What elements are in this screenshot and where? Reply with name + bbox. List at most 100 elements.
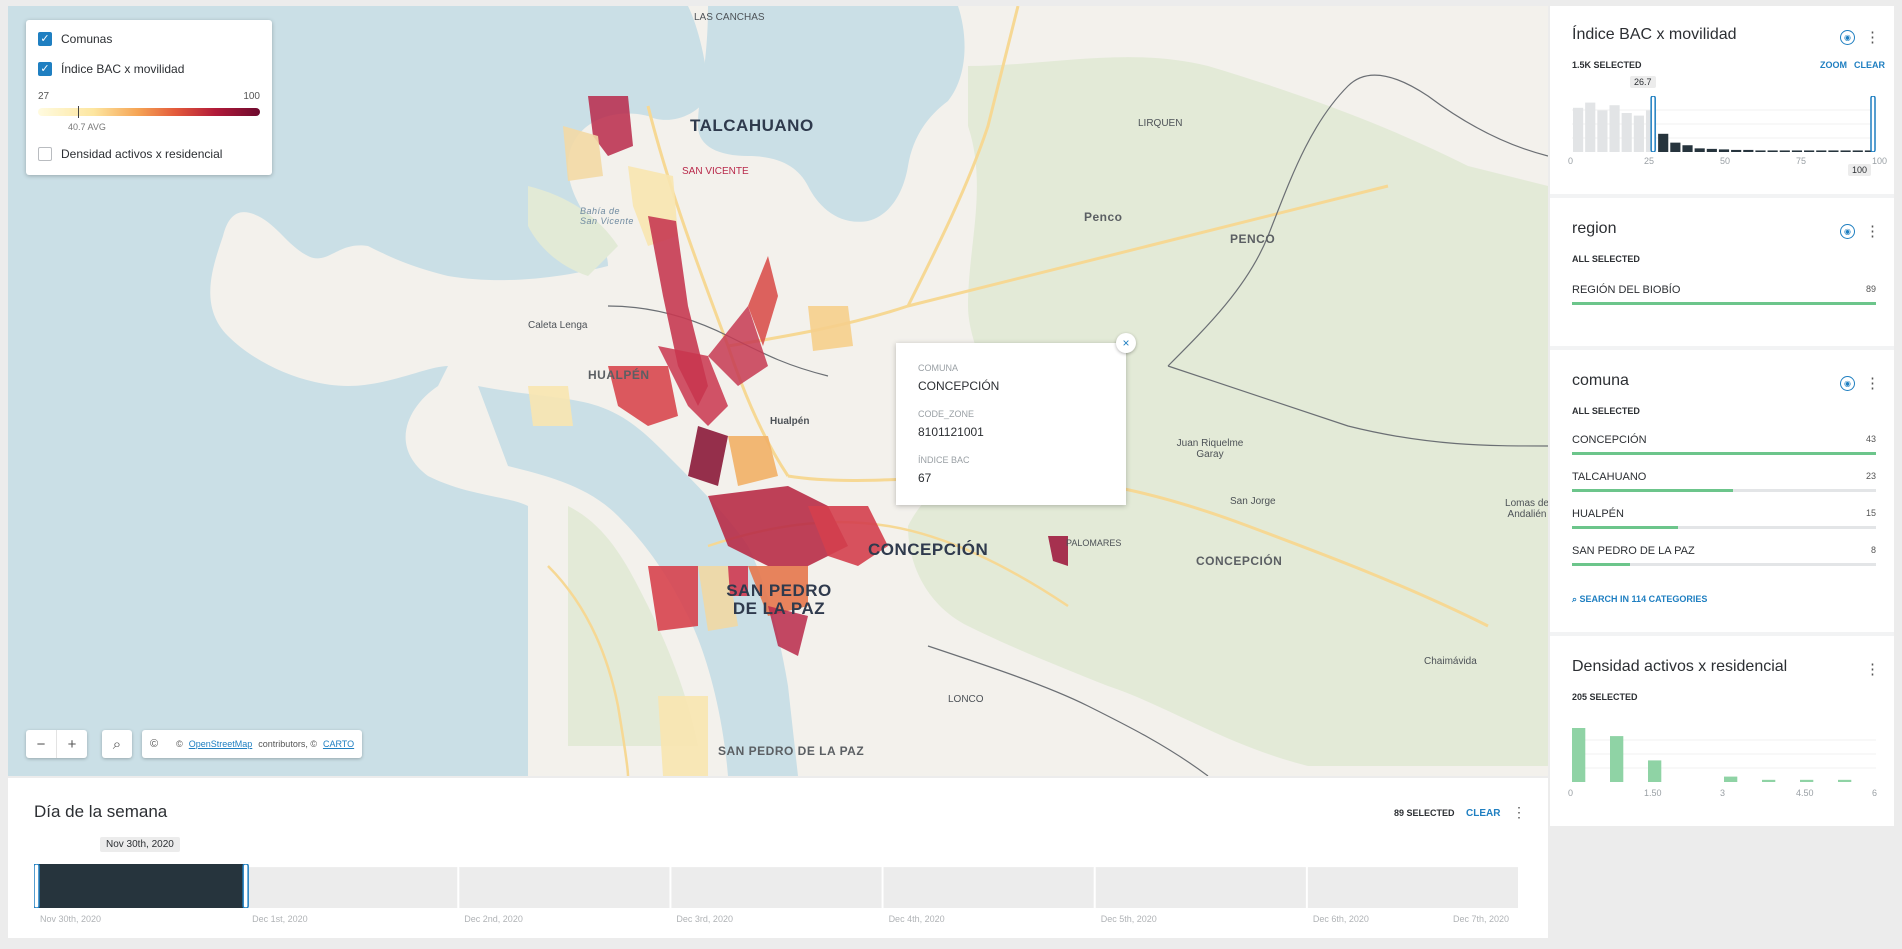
histogram-bar[interactable] — [1572, 728, 1586, 782]
histogram-bar[interactable] — [1585, 102, 1596, 152]
place-label: HUALPÉN — [588, 368, 650, 382]
timeline-bar[interactable] — [1095, 867, 1306, 908]
histogram-bar[interactable] — [1743, 149, 1754, 152]
clear-button[interactable]: CLEAR — [1854, 60, 1885, 70]
histogram-bar[interactable] — [1573, 107, 1584, 152]
histogram-bar[interactable] — [1633, 115, 1644, 152]
place-label: TALCAHUANO — [690, 116, 814, 135]
densidad-histogram[interactable] — [1572, 726, 1876, 782]
histogram-bar[interactable] — [1838, 779, 1852, 782]
axis-tick-label: Dec 1st, 2020 — [252, 914, 308, 924]
histogram-bar[interactable] — [1597, 110, 1608, 152]
bac-histogram[interactable] — [1572, 96, 1876, 152]
layer-toggle-densidad[interactable]: Densidad activos x residencial — [38, 147, 222, 161]
place-label: SAN PEDRO DE LA PAZ — [718, 744, 865, 758]
category-bar — [1572, 563, 1630, 566]
histogram-bar[interactable] — [1840, 150, 1851, 152]
color-ramp — [38, 108, 260, 116]
more-options-icon[interactable]: ⋮ — [1865, 222, 1880, 240]
timeline-chart[interactable] — [34, 864, 1519, 908]
histogram-bar[interactable] — [1755, 150, 1766, 152]
timeline-bar[interactable] — [247, 867, 458, 908]
histogram-bar[interactable] — [1828, 150, 1839, 152]
place-label: CONCEPCIÓN — [868, 540, 989, 559]
layer-toggle-bac[interactable]: ✓ Índice BAC x movilidad — [38, 62, 184, 76]
popup-field-label: CODE_ZONE — [918, 409, 975, 419]
histogram-bar[interactable] — [1658, 133, 1669, 152]
histogram-bar[interactable] — [1779, 150, 1790, 152]
range-handle[interactable] — [1870, 96, 1876, 152]
popup-field-value: 8101121001 — [918, 425, 984, 439]
category-name: CONCEPCIÓN — [1572, 434, 1647, 446]
avg-label: 40.7 AVG — [68, 122, 106, 132]
axis-tick-label: Nov 30th, 2020 — [40, 914, 102, 924]
zoom-out-button[interactable]: − — [26, 730, 56, 758]
timeline-clear-button[interactable]: CLEAR — [1466, 808, 1500, 819]
more-options-icon[interactable]: ⋮ — [1865, 28, 1880, 46]
osm-link[interactable]: OpenStreetMap — [189, 739, 253, 749]
timeline-bar[interactable] — [883, 867, 1094, 908]
histogram-bar[interactable] — [1609, 105, 1620, 152]
histogram-bar[interactable] — [1731, 149, 1742, 152]
range-handle[interactable] — [242, 864, 249, 908]
timeline-bar[interactable] — [459, 867, 670, 908]
info-icon[interactable]: © — [150, 738, 158, 750]
histogram-bar[interactable] — [1791, 150, 1803, 152]
zoom-in-button[interactable]: + — [56, 730, 87, 758]
timeline-widget: Día de la semana 89 SELECTED CLEAR ⋮ Nov… — [8, 778, 1548, 938]
more-options-icon[interactable]: ⋮ — [1865, 660, 1880, 678]
carto-link[interactable]: CARTO — [323, 739, 354, 749]
lock-icon[interactable]: ◉ — [1840, 29, 1855, 45]
app-frame: LAS CANCHAS TALCAHUANO SAN VICENTE Bahía… — [0, 0, 1902, 949]
zoom-button[interactable]: ZOOM — [1820, 60, 1847, 70]
histogram-bar[interactable] — [1706, 148, 1717, 152]
timeline-bar[interactable] — [34, 864, 247, 908]
range-handle[interactable] — [34, 864, 40, 908]
histogram-bar[interactable] — [1621, 113, 1632, 152]
timeline-bar[interactable] — [671, 867, 882, 908]
widgets-sidebar: Índice BAC x movilidad ◉ ⋮ 1.5K SELECTED… — [1550, 6, 1894, 826]
search-categories-link[interactable]: ⌕ SEARCH IN 114 CATEGORIES — [1572, 594, 1707, 605]
axis-tick-label: 4.50 — [1796, 788, 1814, 798]
layer-toggle-comunas[interactable]: ✓ Comunas — [38, 32, 112, 46]
histogram-bar[interactable] — [1852, 150, 1863, 152]
histogram-bar[interactable] — [1610, 736, 1624, 782]
more-options-icon[interactable]: ⋮ — [1512, 804, 1526, 821]
category-bar — [1572, 452, 1876, 455]
histogram-bar[interactable] — [1682, 145, 1693, 152]
histogram-bar[interactable] — [1670, 142, 1681, 152]
axis-tick-label: 50 — [1720, 156, 1731, 166]
timeline-bar[interactable] — [1307, 867, 1518, 908]
category-name: SAN PEDRO DE LA PAZ — [1572, 545, 1695, 557]
category-name: HUALPÉN — [1572, 508, 1624, 520]
widget-title: Densidad activos x residencial — [1572, 658, 1788, 675]
ramp-max-label: 100 — [243, 91, 260, 102]
place-label: SAN PEDRO DE LA PAZ — [726, 581, 832, 618]
histogram-bar[interactable] — [1648, 760, 1662, 782]
histogram-bar[interactable] — [1694, 148, 1705, 152]
category-count: 89 — [1865, 284, 1876, 294]
ramp-min-label: 27 — [38, 91, 50, 102]
checkbox-checked-icon[interactable]: ✓ — [38, 32, 52, 46]
category-name: REGIÓN DEL BIOBÍO — [1572, 284, 1681, 296]
histogram-bar[interactable] — [1767, 150, 1778, 152]
widget-densidad: Densidad activos x residencial ⋮ 205 SEL… — [1550, 636, 1894, 826]
widget-title: region — [1572, 220, 1617, 237]
histogram-bar[interactable] — [1816, 150, 1827, 152]
histogram-bar[interactable] — [1724, 776, 1738, 782]
lock-icon[interactable]: ◉ — [1840, 223, 1855, 239]
more-options-icon[interactable]: ⋮ — [1865, 374, 1880, 392]
search-icon[interactable]: ⌕ — [102, 730, 132, 758]
widget-bac: Índice BAC x movilidad ◉ ⋮ 1.5K SELECTED… — [1550, 6, 1894, 194]
histogram-bar[interactable] — [1804, 150, 1815, 152]
place-label: Penco — [1084, 210, 1123, 224]
histogram-bar[interactable] — [1762, 779, 1776, 782]
checkbox-checked-icon[interactable]: ✓ — [38, 62, 52, 76]
checkbox-unchecked-icon[interactable] — [38, 147, 52, 161]
histogram-bar[interactable] — [1800, 779, 1814, 782]
place-label: PALOMARES — [1066, 538, 1122, 548]
close-icon[interactable]: × — [1116, 333, 1136, 353]
range-handle[interactable] — [1650, 96, 1656, 152]
histogram-bar[interactable] — [1718, 149, 1730, 152]
lock-icon[interactable]: ◉ — [1840, 375, 1855, 391]
